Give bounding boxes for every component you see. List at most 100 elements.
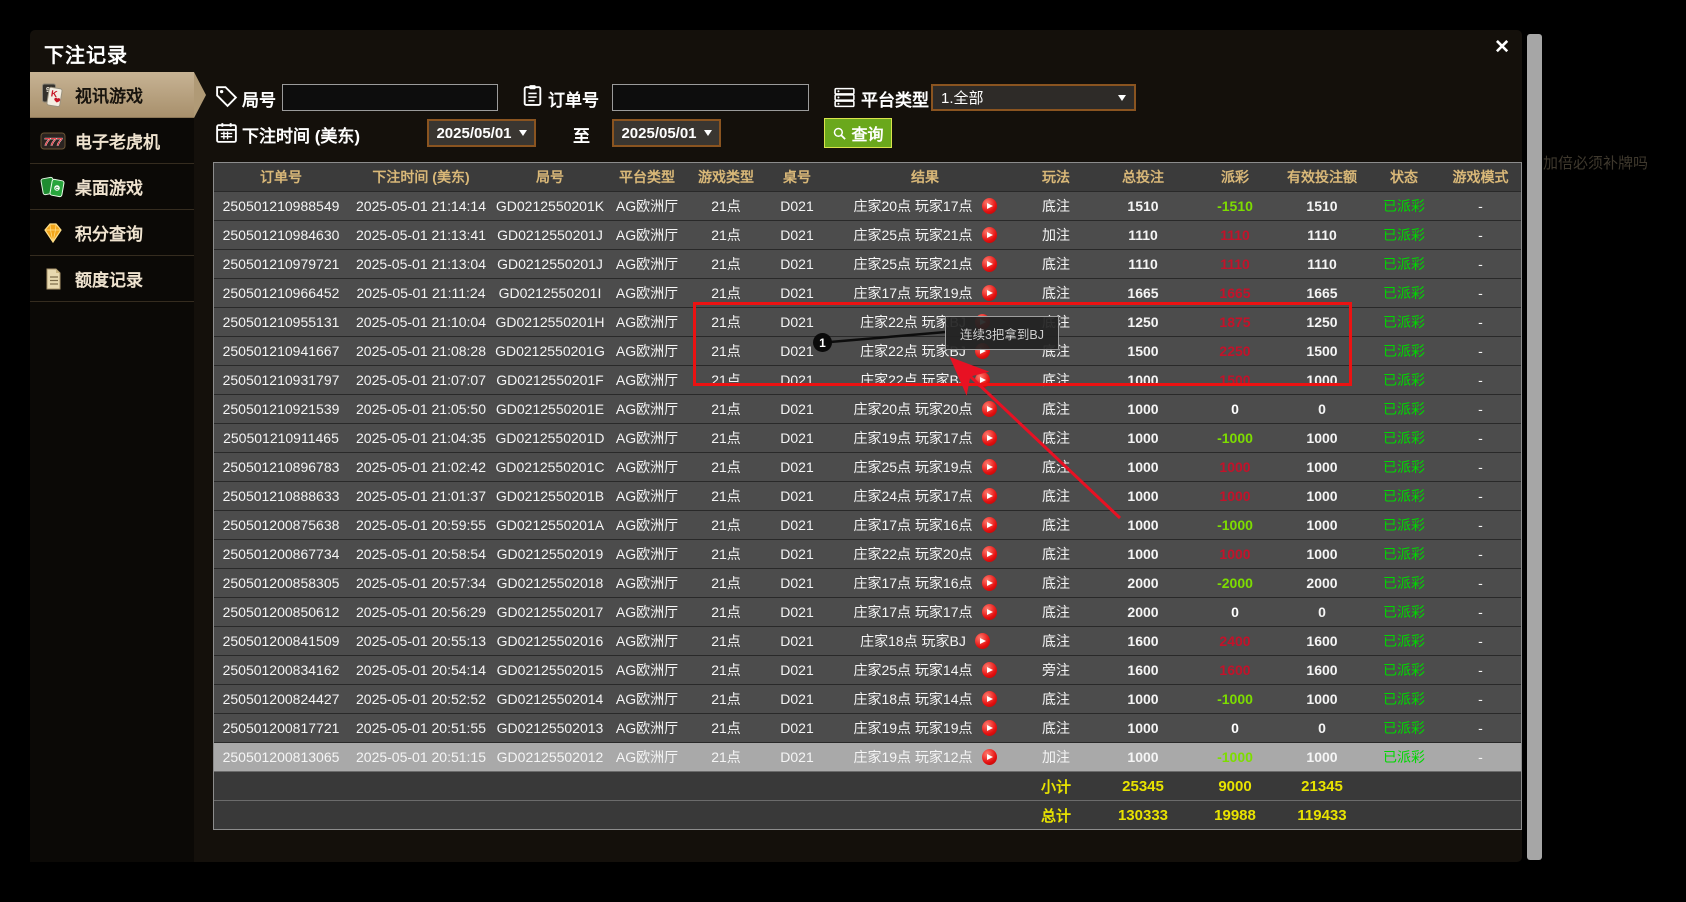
order-input[interactable]	[612, 84, 809, 111]
cell-play: 底注	[1042, 546, 1070, 562]
cell-status: 已派彩	[1383, 575, 1425, 591]
page-scrollbar[interactable]	[1527, 34, 1542, 860]
cell-bet: 1000	[1127, 430, 1159, 446]
cell-game: 21点	[711, 633, 741, 649]
date-from-select[interactable]: 2025/05/01	[427, 119, 536, 147]
replay-icon[interactable]	[981, 227, 997, 243]
table-row[interactable]: 250501210966452 2025-05-01 21:11:24 GD0212…	[214, 278, 1521, 307]
cell-play: 底注	[1042, 256, 1070, 272]
cell-order: 250501200817721	[222, 720, 340, 736]
replay-icon[interactable]	[981, 720, 997, 736]
sidebar-item-label: 电子老虎机	[75, 133, 160, 152]
table-row[interactable]: 250501210988549 2025-05-01 21:14:14 GD0212…	[214, 191, 1521, 220]
replay-icon[interactable]	[981, 691, 997, 707]
replay-icon[interactable]	[981, 256, 997, 272]
cell-order: 250501200858305	[222, 575, 340, 591]
cell-order: 250501200813065	[222, 749, 340, 765]
sidebar-item-video-games[interactable]: 9 K 视讯游戏	[30, 71, 206, 118]
clipboard-icon	[520, 83, 545, 108]
sidebar-item-points[interactable]: 积分查询	[30, 210, 194, 256]
cell-valid: 1600	[1306, 633, 1338, 649]
table-row[interactable]: 250501210955131 2025-05-01 21:10:04 GD0212…	[214, 307, 1521, 336]
cell-time: 2025-05-01 20:55:13	[356, 633, 486, 649]
replay-icon[interactable]	[981, 459, 997, 475]
cell-bet: 1000	[1127, 720, 1159, 736]
replay-icon[interactable]	[981, 430, 997, 446]
table-row[interactable]: 250501210911465 2025-05-01 21:04:35 GD0212…	[214, 423, 1521, 452]
cell-bet: 1000	[1127, 691, 1159, 707]
cell-result: 庄家25点 玩家14点	[830, 656, 1020, 684]
table-row[interactable]: 250501200867734 2025-05-01 20:58:54 GD0212…	[214, 539, 1521, 568]
cell-play: 底注	[1042, 720, 1070, 736]
cell-order: 250501210984630	[222, 227, 340, 243]
sidebar-item-table-games[interactable]: C 桌面游戏	[30, 164, 194, 210]
cell-play: 底注	[1042, 691, 1070, 707]
cell-status: 已派彩	[1383, 691, 1425, 707]
column-header: 平台类型	[619, 169, 675, 185]
table-row[interactable]: 250501200850612 2025-05-01 20:56:29 GD0212…	[214, 597, 1521, 626]
replay-icon[interactable]	[981, 662, 997, 678]
date-from-value: 2025/05/01	[436, 124, 512, 142]
cell-mode: -	[1478, 401, 1483, 417]
table-row[interactable]: 250501200813065 2025-05-01 20:51:15 GD0212…	[214, 742, 1521, 771]
round-input[interactable]	[282, 84, 498, 111]
cell-table_no: D021	[780, 227, 814, 243]
replay-icon[interactable]	[981, 517, 997, 533]
bet-records-window: 下注记录 ✕ 9 K 视讯游戏 777 电子老虎机 C 桌面游戏 积分查询 额度记录 局号 订单…	[30, 30, 1522, 862]
cell-time: 2025-05-01 21:05:50	[356, 401, 486, 417]
sidebar-item-slots[interactable]: 777 电子老虎机	[30, 118, 194, 164]
table-row[interactable]: 250501210931797 2025-05-01 21:07:07 GD0212…	[214, 365, 1521, 394]
table-row[interactable]: 250501200841509 2025-05-01 20:55:13 GD0212…	[214, 626, 1521, 655]
cell-payout: -2000	[1217, 575, 1253, 591]
cell-round: GD02125502013	[496, 720, 604, 736]
replay-icon[interactable]	[981, 749, 997, 765]
cell-platform: AG欧洲厅	[615, 749, 679, 765]
replay-icon[interactable]	[981, 575, 997, 591]
table-row[interactable]: 250501210888633 2025-05-01 21:01:37 GD0212…	[214, 481, 1521, 510]
cell-round: GD02125502015	[496, 662, 604, 678]
cell-round: GD0212550201C	[495, 459, 605, 475]
sidebar-item-quota-records[interactable]: 额度记录	[30, 256, 194, 302]
cell-valid: 1110	[1307, 256, 1337, 272]
table-row[interactable]: 250501210896783 2025-05-01 21:02:42 GD0212…	[214, 452, 1521, 481]
cell-mode: -	[1478, 256, 1483, 272]
cell-table_no: D021	[780, 488, 814, 504]
cell-order: 250501210896783	[222, 459, 340, 475]
close-icon[interactable]: ✕	[1494, 38, 1510, 57]
cell-play: 底注	[1042, 285, 1070, 301]
cell-time: 2025-05-01 21:07:07	[356, 372, 486, 388]
cell-order: 250501210931797	[222, 372, 340, 388]
table-row[interactable]: 250501210984630 2025-05-01 21:13:41 GD0212…	[214, 220, 1521, 249]
replay-icon[interactable]	[981, 488, 997, 504]
table-row[interactable]: 250501200875638 2025-05-01 20:59:55 GD0212…	[214, 510, 1521, 539]
table-row[interactable]: 250501200824427 2025-05-01 20:52:52 GD0212…	[214, 684, 1521, 713]
cell-time: 2025-05-01 21:10:04	[356, 314, 486, 330]
table-row[interactable]: 250501210941667 2025-05-01 21:08:28 GD0212…	[214, 336, 1521, 365]
replay-icon[interactable]	[981, 604, 997, 620]
replay-icon[interactable]	[974, 633, 990, 649]
replay-icon[interactable]	[981, 401, 997, 417]
replay-icon[interactable]	[974, 372, 990, 388]
replay-icon[interactable]	[981, 285, 997, 301]
cell-platform: AG欧洲厅	[615, 691, 679, 707]
table-row[interactable]: 250501210921539 2025-05-01 21:05:50 GD0212…	[214, 394, 1521, 423]
replay-icon[interactable]	[981, 546, 997, 562]
cell-time: 2025-05-01 20:51:15	[356, 749, 486, 765]
date-to-select[interactable]: 2025/05/01	[612, 119, 721, 147]
platform-select[interactable]: 1.全部	[931, 84, 1136, 111]
subtotal-payout: 9000	[1218, 777, 1252, 795]
cell-status: 已派彩	[1383, 314, 1425, 330]
cell-valid: 1510	[1306, 198, 1338, 214]
cell-status: 已派彩	[1383, 198, 1425, 214]
search-button[interactable]: 查询	[824, 118, 892, 148]
column-header: 总投注	[1122, 169, 1164, 185]
cell-result: 庄家17点 玩家16点	[830, 511, 1020, 539]
table-row[interactable]: 250501200834162 2025-05-01 20:54:14 GD0212…	[214, 655, 1521, 684]
cell-platform: AG欧洲厅	[615, 256, 679, 272]
table-row[interactable]: 250501200858305 2025-05-01 20:57:34 GD0212…	[214, 568, 1521, 597]
cell-result: 庄家20点 玩家17点	[830, 192, 1020, 220]
cell-payout: -1000	[1217, 691, 1253, 707]
table-row[interactable]: 250501210979721 2025-05-01 21:13:04 GD0212…	[214, 249, 1521, 278]
table-row[interactable]: 250501200817721 2025-05-01 20:51:55 GD0212…	[214, 713, 1521, 742]
replay-icon[interactable]	[981, 198, 997, 214]
